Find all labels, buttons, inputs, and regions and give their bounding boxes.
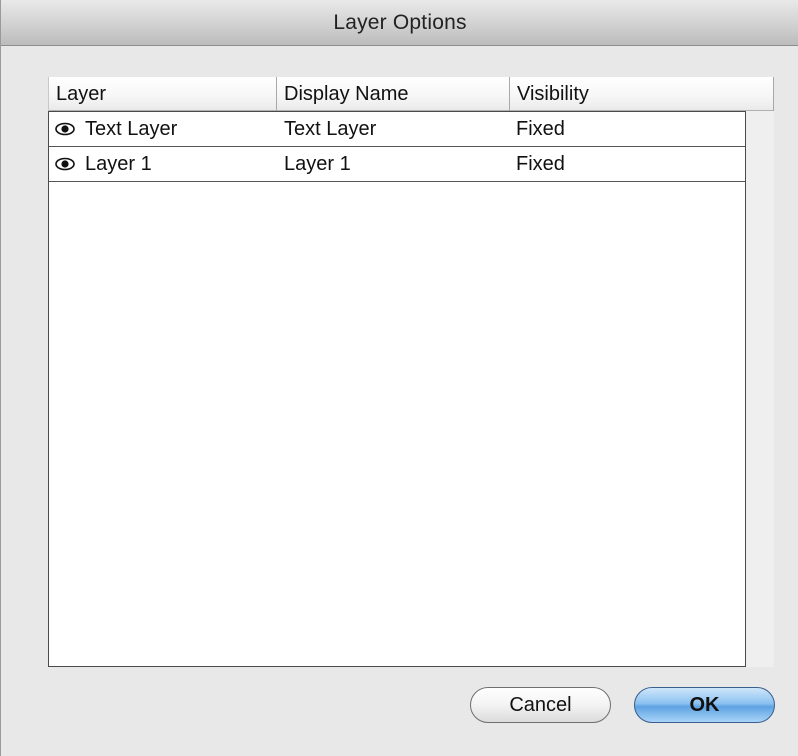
display-name-cell: Layer 1 xyxy=(284,152,351,175)
dialog-title: Layer Options xyxy=(333,10,467,34)
column-header-layer[interactable]: Layer xyxy=(48,77,276,111)
layer-cell: Layer 1 xyxy=(55,147,275,181)
cancel-button[interactable]: Cancel xyxy=(470,687,611,723)
table-header: Layer Display Name Visibility xyxy=(48,77,774,111)
visibility-cell: Fixed xyxy=(516,117,565,140)
layer-name: Layer 1 xyxy=(85,152,152,175)
title-bar[interactable]: Layer Options xyxy=(1,0,798,46)
column-header-display-name[interactable]: Display Name xyxy=(276,77,509,111)
layer-name: Text Layer xyxy=(85,117,178,140)
layer-cell: Text Layer xyxy=(55,112,275,146)
scroll-gutter xyxy=(746,111,774,667)
layer-options-dialog: Layer Options Layer Display Name Visibil… xyxy=(0,0,798,756)
visibility-cell: Fixed xyxy=(516,152,565,175)
layer-list: Text Layer Text Layer Fixed Layer 1 Laye… xyxy=(48,111,746,667)
ok-button[interactable]: OK xyxy=(634,687,775,723)
display-name-cell: Text Layer xyxy=(284,117,377,140)
table-row[interactable]: Text Layer Text Layer Fixed xyxy=(49,112,745,147)
table-row[interactable]: Layer 1 Layer 1 Fixed xyxy=(49,147,745,182)
eye-icon[interactable] xyxy=(55,157,75,171)
eye-icon[interactable] xyxy=(55,122,75,136)
column-header-visibility[interactable]: Visibility xyxy=(509,77,774,111)
